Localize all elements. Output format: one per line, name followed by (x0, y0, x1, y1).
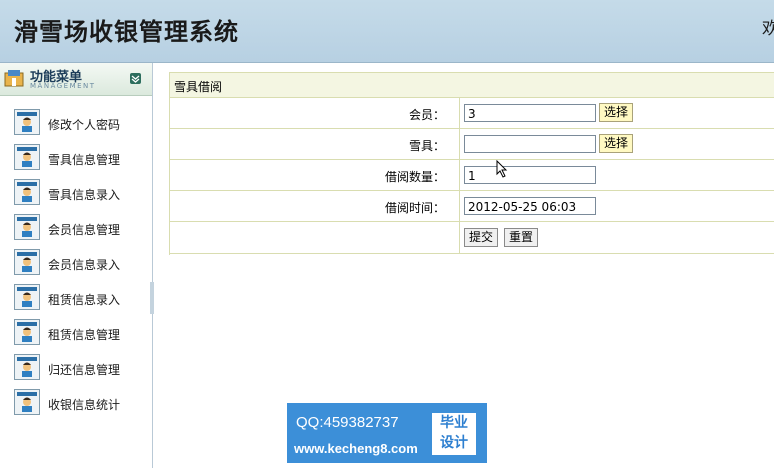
user-icon (14, 109, 40, 135)
sidebar-item-label: 归还信息管理 (48, 363, 121, 377)
sidebar-item-label: 雪具信息管理 (48, 153, 121, 167)
reset-button[interactable]: 重置 (504, 228, 538, 247)
quantity-input[interactable]: 1 (464, 166, 596, 184)
quantity-label: 借阅数量： (384, 170, 445, 184)
sidebar-item-label: 收银信息统计 (48, 398, 121, 412)
user-icon (14, 214, 40, 240)
sidebar-header: 功能菜单 MANAGEMENT (0, 63, 152, 96)
app-header: 滑雪场收银管理系统 欢 (0, 0, 774, 63)
sidebar-item-rental-entry[interactable]: 租赁信息录入 (14, 284, 149, 314)
form-row-time: 借阅时间： 2012-05-25 06:03 (170, 191, 774, 222)
user-icon (14, 144, 40, 170)
sidebar-splitter-handle[interactable] (150, 282, 154, 314)
form-row-actions: 提交 重置 (170, 222, 774, 254)
sidebar-subtitle: MANAGEMENT (30, 82, 96, 90)
badge-line-2: 设计 (440, 435, 468, 451)
user-icon (14, 354, 40, 380)
user-icon (14, 319, 40, 345)
sidebar-item-label: 修改个人密码 (48, 118, 121, 132)
time-label: 借阅时间： (384, 201, 445, 215)
user-icon (14, 284, 40, 310)
watermark-banner: QQ:459382737 www.kecheng8.com 毕业 设计 (287, 403, 487, 463)
member-select-button[interactable]: 选择 (599, 103, 633, 122)
user-icon (14, 389, 40, 415)
member-input[interactable]: 3 (464, 104, 596, 122)
member-label: 会员： (408, 108, 445, 122)
watermark-site: www.kecheng8.com (294, 441, 418, 456)
sidebar-item-cashier-stats[interactable]: 收银信息统计 (14, 389, 149, 419)
form-title: 雪具借阅 (174, 80, 223, 94)
time-input[interactable]: 2012-05-25 06:03 (464, 197, 596, 215)
watermark-qq: QQ:459382737 (296, 414, 399, 431)
sidebar-item-change-password[interactable]: 修改个人密码 (14, 109, 149, 139)
form-row-quantity: 借阅数量： 1 (170, 160, 774, 191)
sidebar-item-gear-manage[interactable]: 雪具信息管理 (14, 144, 149, 174)
sidebar-item-member-entry[interactable]: 会员信息录入 (14, 249, 149, 279)
submit-button[interactable]: 提交 (464, 228, 498, 247)
app-title: 滑雪场收银管理系统 (14, 17, 239, 46)
sidebar-item-return-manage[interactable]: 归还信息管理 (14, 354, 149, 384)
watermark-badge: 毕业 设计 (432, 413, 476, 455)
form-title-bar: 雪具借阅 (170, 73, 774, 98)
menu-home-icon (4, 70, 24, 87)
sidebar-item-rental-manage[interactable]: 租赁信息管理 (14, 319, 149, 349)
text-cursor-icon (496, 160, 508, 178)
borrow-form: 雪具借阅 会员： 3 选择 雪具： 选择 借阅数量： 1 借阅时间： 2012-… (169, 72, 774, 255)
gear-label: 雪具： (408, 139, 445, 153)
user-icon (14, 179, 40, 205)
sidebar: 功能菜单 MANAGEMENT 修改个人密码 雪具信息管理 雪具信息录入 会员信… (0, 63, 153, 468)
sidebar-item-label: 租赁信息管理 (48, 328, 121, 342)
welcome-text: 欢 (762, 19, 774, 39)
gear-input[interactable] (464, 135, 596, 153)
form-row-gear: 雪具： 选择 (170, 129, 774, 160)
form-row-member: 会员： 3 选择 (170, 98, 774, 129)
sidebar-item-member-manage[interactable]: 会员信息管理 (14, 214, 149, 244)
sidebar-item-label: 会员信息录入 (48, 258, 121, 272)
sidebar-item-label: 雪具信息录入 (48, 188, 121, 202)
gear-select-button[interactable]: 选择 (599, 134, 633, 153)
user-icon (14, 249, 40, 275)
sidebar-item-label: 会员信息管理 (48, 223, 121, 237)
sidebar-item-label: 租赁信息录入 (48, 293, 121, 307)
sidebar-item-gear-entry[interactable]: 雪具信息录入 (14, 179, 149, 209)
badge-line-1: 毕业 (440, 415, 468, 431)
collapse-icon[interactable] (130, 73, 141, 84)
